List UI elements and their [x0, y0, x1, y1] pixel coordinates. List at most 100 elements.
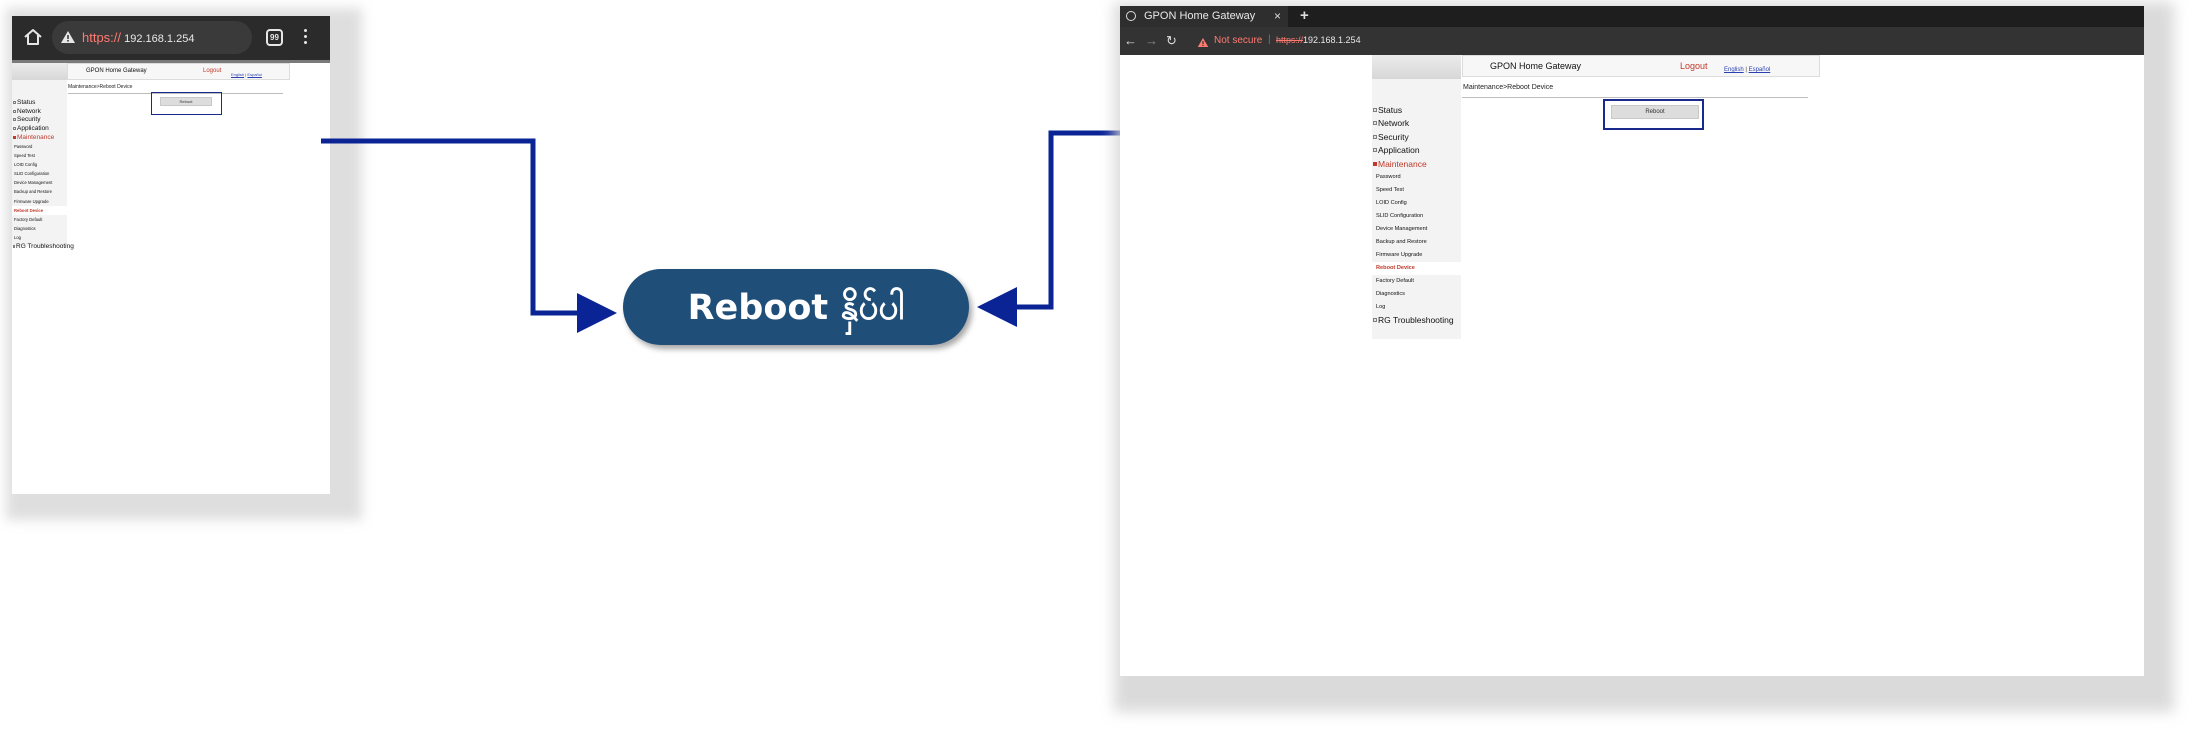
sidebar-item-reboot-device[interactable]: Reboot Device — [1372, 261, 1461, 275]
home-icon[interactable] — [22, 26, 44, 48]
browser-tab[interactable]: GPON Home Gateway × — [1120, 6, 1288, 27]
callout-label: Reboot နှိပ်ပါ — [687, 288, 905, 328]
url-host: 192.168.1.254 — [124, 33, 195, 45]
mobile-address-bar[interactable]: https:// 192.168.1.254 — [52, 21, 252, 54]
sidebar-item-label: Speed Test — [1376, 187, 1404, 193]
sidebar-item-rg-troubleshooting[interactable]: RG Troubleshooting — [12, 243, 74, 252]
forward-icon[interactable]: → — [1145, 33, 1158, 48]
sidebar-item-application[interactable]: Application — [12, 124, 67, 133]
sidebar-item-backup-and-restore[interactable]: Backup and Restore — [12, 187, 67, 196]
browser-tab-bar: GPON Home Gateway × + — [1120, 6, 2144, 27]
plus-box-icon — [13, 100, 16, 104]
plus-box-icon — [1373, 121, 1377, 126]
sidebar-item-log[interactable]: Log — [1372, 301, 1461, 314]
sidebar-item-maintenance[interactable]: Maintenance — [1372, 157, 1461, 171]
plus-box-icon — [1373, 107, 1377, 112]
sidebar-item-network[interactable]: Network — [12, 107, 67, 116]
sidebar-item-loid-config[interactable]: LOID Config — [1372, 197, 1461, 210]
not-secure-label[interactable]: Not secure — [1214, 35, 1262, 46]
minus-box-icon — [13, 135, 16, 139]
sidebar-item-speed-test[interactable]: Speed Test — [12, 151, 67, 160]
sidebar-item-label: Maintenance — [1378, 158, 1427, 169]
router-header: GPON Home Gateway Logout English | Españ… — [1462, 55, 1820, 77]
sidebar-item-password[interactable]: Password — [1372, 171, 1461, 184]
sidebar-item-status[interactable]: Status — [12, 98, 67, 107]
sidebar-item-security[interactable]: Security — [1372, 130, 1461, 144]
sidebar-item-security[interactable]: Security — [12, 115, 67, 124]
more-menu-icon[interactable] — [302, 29, 308, 47]
browser-address-bar: ← → ↻ Not secure | https://192.168.1.254 — [1120, 27, 2144, 55]
sidebar-item-maintenance[interactable]: Maintenance — [12, 133, 67, 142]
sidebar-item-factory-default[interactable]: Factory Default — [12, 215, 67, 224]
sidebar-item-diagnostics[interactable]: Diagnostics — [1372, 288, 1461, 301]
sidebar-item-label: LOID Config — [14, 161, 38, 167]
sidebar-item-label: RG Troubleshooting — [1378, 315, 1454, 326]
sidebar-item-rg-troubleshooting[interactable]: RG Troubleshooting — [1372, 314, 1461, 328]
close-icon[interactable]: × — [1274, 9, 1281, 23]
sidebar-item-label: SLID Configuration — [14, 171, 50, 177]
sidebar-item-label: Diagnostics — [1376, 291, 1405, 297]
sidebar-item-label: Reboot Device — [14, 207, 44, 213]
sidebar-item-label: Password — [14, 143, 33, 149]
router-title: GPON Home Gateway — [1490, 61, 1582, 71]
desktop-screenshot: GPON Home Gateway × + ← → ↻ Not secure |… — [1120, 6, 2144, 676]
reboot-instruction-callout: Reboot နှိပ်ပါ — [623, 269, 969, 345]
sidebar-item-label: Backup and Restore — [14, 189, 52, 195]
divider — [1462, 97, 1808, 98]
sidebar-menu: Status Network Security Application Maintena… — [12, 98, 74, 252]
address-input[interactable]: https://192.168.1.254 — [1276, 35, 1361, 45]
sidebar-item-reboot-device[interactable]: Reboot Device — [12, 205, 67, 215]
mobile-browser-toolbar: https:// 192.168.1.254 99 — [12, 16, 330, 60]
tab-count-button[interactable]: 99 — [266, 29, 283, 46]
warning-icon — [1197, 35, 1209, 53]
espanol-link[interactable]: Español — [247, 72, 261, 77]
router-header: GPON Home Gateway Logout English | Españ… — [67, 63, 290, 80]
plus-box-icon — [1373, 318, 1377, 323]
sidebar-item-label: Device Management — [1376, 226, 1428, 232]
sidebar-item-label: Diagnostics — [14, 226, 36, 232]
sidebar-item-label: LOID Config — [1376, 200, 1407, 206]
router-title: GPON Home Gateway — [86, 68, 147, 74]
plus-box-icon — [1373, 134, 1377, 139]
english-link[interactable]: English — [1724, 67, 1744, 73]
url-scheme: https:// — [1276, 35, 1304, 45]
sidebar-item-backup-and-restore[interactable]: Backup and Restore — [1372, 236, 1461, 249]
sidebar-item-device-management[interactable]: Device Management — [12, 178, 67, 187]
sidebar-item-speed-test[interactable]: Speed Test — [1372, 184, 1461, 197]
sidebar-item-password[interactable]: Password — [12, 141, 67, 150]
sidebar-item-device-management[interactable]: Device Management — [1372, 223, 1461, 236]
minus-box-icon — [1373, 161, 1377, 166]
sidebar-item-label: Firmware Upgrade — [1376, 252, 1423, 258]
logout-link[interactable]: Logout — [203, 68, 221, 74]
sidebar-item-network[interactable]: Network — [1372, 117, 1461, 131]
sidebar-item-label: Device Management — [14, 180, 53, 186]
sidebar-item-factory-default[interactable]: Factory Default — [1372, 275, 1461, 288]
sidebar-item-application[interactable]: Application — [1372, 144, 1461, 158]
sidebar-item-status[interactable]: Status — [1372, 103, 1461, 117]
sidebar-item-label: Reboot Device — [1376, 265, 1415, 271]
espanol-link[interactable]: Español — [1749, 67, 1771, 73]
sidebar-item-firmware-upgrade[interactable]: Firmware Upgrade — [1372, 249, 1461, 262]
new-tab-button[interactable]: + — [1300, 7, 1309, 24]
sidebar-item-slid-configuration[interactable]: SLID Configuration — [1372, 210, 1461, 223]
logout-link[interactable]: Logout — [1680, 61, 1708, 71]
sidebar-item-label: Log — [14, 235, 21, 241]
router-page-mobile: GPON Home Gateway Logout English | Españ… — [12, 63, 330, 494]
arrow-left-to-callout — [321, 138, 617, 333]
sidebar-item-log[interactable]: Log — [12, 233, 67, 242]
sidebar-item-loid-config[interactable]: LOID Config — [12, 160, 67, 169]
reload-icon[interactable]: ↻ — [1166, 33, 1177, 49]
sidebar-item-diagnostics[interactable]: Diagnostics — [12, 224, 67, 233]
sidebar-item-label: Security — [1378, 131, 1409, 142]
plus-box-icon — [13, 245, 15, 249]
warning-icon — [60, 30, 76, 49]
mobile-screenshot: https:// 192.168.1.254 99 GPON Home Gate… — [12, 16, 330, 494]
plus-box-icon — [13, 118, 16, 122]
sidebar-item-label: Log — [1376, 304, 1386, 310]
english-link[interactable]: English — [231, 72, 244, 77]
back-icon[interactable]: ← — [1124, 33, 1137, 48]
sidebar-menu: Status Network Security Application Maintena… — [1372, 103, 1461, 327]
sidebar-item-slid-configuration[interactable]: SLID Configuration — [12, 169, 67, 178]
sidebar-item-firmware-upgrade[interactable]: Firmware Upgrade — [12, 197, 67, 206]
reboot-highlight-box — [1603, 99, 1704, 130]
